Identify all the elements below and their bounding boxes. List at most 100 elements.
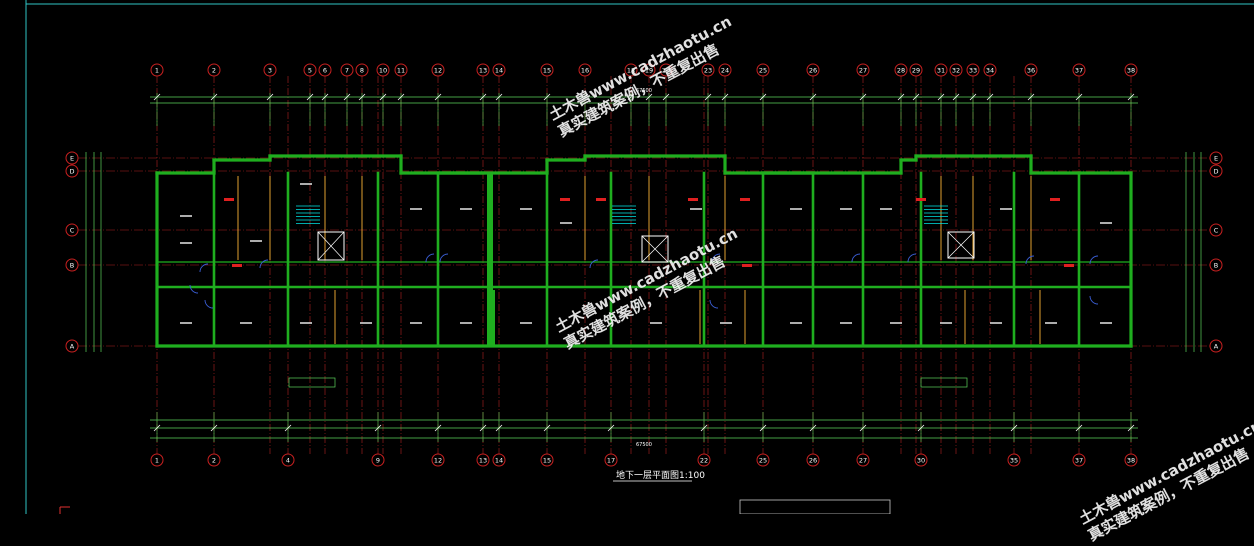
window-marker xyxy=(740,198,750,201)
right-axis-bubble-label: C xyxy=(1214,227,1219,235)
top-axis-bubble-label: 25 xyxy=(759,67,767,75)
room-label-mark xyxy=(250,240,262,242)
wall-block xyxy=(489,290,495,346)
top-axis-bubble-label: 12 xyxy=(434,67,442,75)
room-label-mark xyxy=(520,322,532,324)
bottom-axis-bubble-label: 38 xyxy=(1127,457,1135,465)
top-total-dimension: 67500 xyxy=(636,88,652,94)
canvas-background xyxy=(0,0,1254,514)
left-axis-bubble-label: E xyxy=(70,155,74,163)
top-axis-bubble-label: 38 xyxy=(1127,67,1135,75)
bottom-axis-bubble-label: 13 xyxy=(479,457,487,465)
bottom-axis-bubble-label: 4 xyxy=(286,457,290,465)
room-label-mark xyxy=(880,208,892,210)
room-label-mark xyxy=(650,322,662,324)
window-marker xyxy=(688,198,698,201)
room-label-mark xyxy=(300,322,312,324)
top-axis-bubble-label: 28 xyxy=(897,67,905,75)
room-label-mark xyxy=(460,322,472,324)
top-axis-bubble-label: 19 xyxy=(645,67,653,75)
top-axis-bubble-label: 32 xyxy=(952,67,960,75)
top-axis-bubble-label: 18 xyxy=(627,67,635,75)
right-axis-bubble-label: A xyxy=(1214,343,1219,351)
drawing-title-name: 地下一层平面图 xyxy=(616,469,679,481)
room-label-mark xyxy=(360,322,372,324)
top-axis-bubble-label: 34 xyxy=(986,67,994,75)
bottom-total-dimension: 67500 xyxy=(636,442,652,448)
top-axis-bubble-label: 6 xyxy=(323,67,327,75)
bottom-axis-bubble-label: 25 xyxy=(759,457,767,465)
left-axis-bubble-label: D xyxy=(69,168,74,176)
top-axis-bubble-label: 15 xyxy=(543,67,551,75)
room-label-mark xyxy=(690,208,702,210)
bottom-axis-bubble-label: 9 xyxy=(376,457,380,465)
room-label-mark xyxy=(1100,222,1112,224)
room-label-mark xyxy=(460,208,472,210)
top-axis-bubble-label: 14 xyxy=(495,67,503,75)
room-label-mark xyxy=(790,208,802,210)
room-label-mark xyxy=(240,322,252,324)
top-axis-bubble-label: 24 xyxy=(721,67,729,75)
drawing-title: 地下一层平面图1:100 xyxy=(616,469,705,481)
top-axis-bubble-label: 20 xyxy=(662,67,670,75)
bottom-axis-bubble-label: 15 xyxy=(543,457,551,465)
window-marker xyxy=(916,198,926,201)
window-marker xyxy=(742,264,752,267)
room-label-mark xyxy=(410,322,422,324)
room-label-mark xyxy=(720,322,732,324)
top-axis-bubble-label: 2 xyxy=(212,67,216,75)
window-marker xyxy=(560,198,570,201)
bottom-axis-bubble-label: 26 xyxy=(809,457,817,465)
top-axis-bubble-label: 3 xyxy=(268,67,272,75)
top-axis-bubble-label: 5 xyxy=(308,67,312,75)
bottom-axis-bubble-label: 37 xyxy=(1075,457,1083,465)
window-marker xyxy=(596,198,606,201)
room-label-mark xyxy=(990,322,1002,324)
room-label-mark xyxy=(1100,322,1112,324)
left-axis-bubble-label: A xyxy=(70,343,75,351)
bottom-axis-bubble-label: 14 xyxy=(495,457,503,465)
top-axis-bubble-label: 10 xyxy=(379,67,387,75)
top-axis-bubble-label: 27 xyxy=(859,67,867,75)
floor-plan-drawing: 6750067500 1 2 3 5 6 7 8 10 11 12 13 14 15 16 18 19 20 23… xyxy=(0,0,1254,514)
left-axis-bubble-label: C xyxy=(70,227,75,235)
bottom-axis-bubble-label: 17 xyxy=(607,457,615,465)
room-label-mark xyxy=(410,208,422,210)
bottom-axis-bubble-label: 12 xyxy=(434,457,442,465)
room-label-mark xyxy=(180,242,192,244)
room-label-mark xyxy=(520,208,532,210)
bottom-axis-bubble-label: 30 xyxy=(917,457,925,465)
top-axis-bubble-label: 11 xyxy=(397,67,405,75)
top-axis-bubble-label: 7 xyxy=(345,67,349,75)
bottom-axis-bubble-label: 2 xyxy=(212,457,216,465)
top-axis-bubble-label: 8 xyxy=(360,67,364,75)
room-label-mark xyxy=(1000,208,1012,210)
room-label-mark xyxy=(560,222,572,224)
top-axis-bubble-label: 37 xyxy=(1075,67,1083,75)
bottom-axis-bubble-label: 22 xyxy=(700,457,708,465)
top-axis-bubble-label: 33 xyxy=(969,67,977,75)
room-label-mark xyxy=(840,208,852,210)
right-axis-bubble-label: D xyxy=(1213,168,1218,176)
top-axis-bubble-label: 31 xyxy=(937,67,945,75)
room-label-mark xyxy=(180,322,192,324)
bottom-axis-bubble-label: 1 xyxy=(155,457,159,465)
room-label-mark xyxy=(840,322,852,324)
top-axis-bubble-label: 29 xyxy=(912,67,920,75)
room-label-mark xyxy=(940,322,952,324)
top-axis-bubble-label: 23 xyxy=(704,67,712,75)
left-axis-bubble-label: B xyxy=(70,262,74,270)
window-marker xyxy=(1064,264,1074,267)
drawing-title-scale: 1:100 xyxy=(679,471,705,481)
top-axis-bubble-label: 16 xyxy=(581,67,589,75)
window-marker xyxy=(232,264,242,267)
room-label-mark xyxy=(300,183,312,185)
top-axis-bubble-label: 13 xyxy=(479,67,487,75)
room-label-mark xyxy=(180,215,192,217)
right-axis-bubble-label: B xyxy=(1214,262,1218,270)
window-marker xyxy=(1050,198,1060,201)
right-axis-bubble-label: E xyxy=(1214,155,1218,163)
window-marker xyxy=(224,198,234,201)
bottom-axis-bubble-label: 35 xyxy=(1010,457,1018,465)
title-block: 地下一层平面图1:100 xyxy=(613,469,705,482)
